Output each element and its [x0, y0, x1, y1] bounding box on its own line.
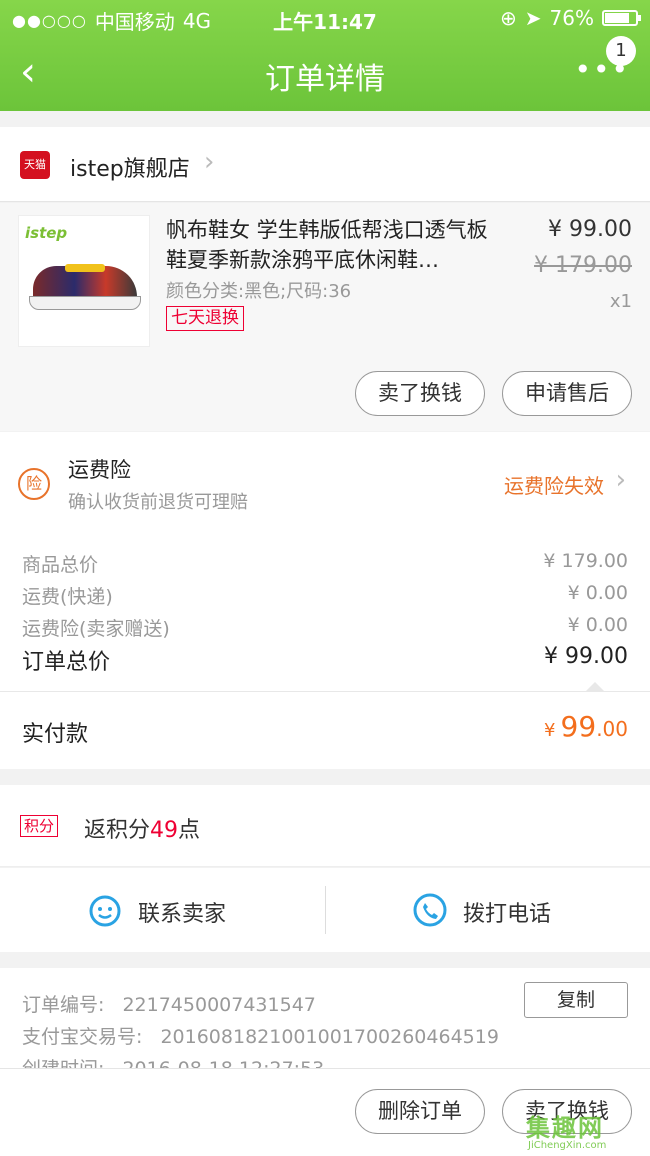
- alipay-number-line: 支付宝交易号: 2016081821001001700260464519: [22, 1022, 499, 1049]
- rotation-lock-icon: ⊕: [500, 6, 517, 30]
- paid-integer: 99: [560, 710, 597, 743]
- tmall-icon: 天猫: [20, 151, 50, 179]
- points-text: 返积分49点: [84, 812, 200, 844]
- watermark-text: 集趣网: [526, 1114, 604, 1142]
- copy-button[interactable]: 复制: [524, 982, 628, 1018]
- product-image[interactable]: istep: [18, 215, 150, 347]
- return-policy-tag: 七天退换: [166, 306, 244, 331]
- order-cost-block: 险 运费险 确认收货前退货可理赔 运费险失效 › 商品总价 ¥ 179.00 运…: [0, 432, 650, 691]
- cost-row: 商品总价 ¥ 179.00: [22, 550, 628, 580]
- order-total-row: 订单总价 ¥ 99.00: [22, 644, 628, 675]
- shop-row[interactable]: 天猫 istep旗舰店 ›: [0, 127, 650, 202]
- cost-label: 商品总价: [22, 554, 99, 576]
- battery-icon: [602, 10, 641, 26]
- location-icon: ➤: [524, 6, 542, 30]
- battery-label: 76%: [549, 6, 594, 30]
- cost-value: ¥ 0.00: [567, 582, 628, 604]
- product-quantity: x1: [609, 291, 632, 312]
- call-phone-button[interactable]: 拨打电话: [325, 868, 650, 952]
- phone-icon: [413, 893, 447, 927]
- alipay-number: 2016081821001001700260464519: [160, 1026, 499, 1048]
- paid-row: 实付款 ¥ 99.00: [0, 691, 650, 769]
- watermark-url: JiChengXin.com: [528, 1140, 607, 1151]
- chevron-right-icon: ›: [615, 465, 626, 495]
- contact-seller-button[interactable]: 联系卖家: [0, 868, 325, 952]
- cost-value: ¥ 179.00: [543, 550, 628, 572]
- cost-row: 运费险(卖家赠送) ¥ 0.00: [22, 614, 628, 644]
- product-card: istep 帆布鞋女 学生韩版低帮浅口透气板鞋夏季新款涂鸦平底休闲鞋… 颜色分类…: [0, 203, 650, 431]
- shoe-lace: [65, 264, 105, 272]
- order-total-label: 订单总价: [22, 650, 111, 675]
- alipay-number-label: 支付宝交易号:: [22, 1026, 143, 1048]
- order-number-line: 订单编号: 2217450007431547: [22, 990, 316, 1017]
- aftersale-button[interactable]: 申请售后: [502, 371, 632, 416]
- product-brand: istep: [25, 224, 68, 242]
- product-title[interactable]: 帆布鞋女 学生韩版低帮浅口透气板鞋夏季新款涂鸦平底休闲鞋…: [166, 215, 506, 275]
- cost-label: 运费险(卖家赠送): [22, 618, 170, 640]
- shop-name: istep旗舰店: [70, 157, 190, 182]
- message-badge: 1: [606, 36, 636, 66]
- delete-order-button[interactable]: 删除订单: [355, 1089, 485, 1134]
- points-row: 积分 返积分49点: [0, 785, 650, 867]
- status-right: ⊕ ➤ 76%: [500, 6, 641, 30]
- product-original-price: ¥ 179.00: [534, 253, 632, 278]
- nav-bar: ‹ 订单详情 ••• 1: [0, 36, 650, 111]
- cost-row: 运费(快递) ¥ 0.00: [22, 582, 628, 612]
- order-number-label: 订单编号:: [22, 994, 105, 1016]
- order-meta: 订单编号: 2217450007431547 支付宝交易号: 201608182…: [0, 968, 650, 1068]
- insurance-subtitle: 确认收货前退货可理赔: [68, 492, 248, 513]
- order-number: 2217450007431547: [122, 994, 316, 1016]
- points-suffix: 点: [178, 818, 201, 843]
- call-phone-label: 拨打电话: [463, 902, 552, 927]
- caret-pointer: [586, 682, 604, 691]
- contact-seller-label: 联系卖家: [138, 902, 227, 927]
- status-bar: ●●○○○ 中国移动 4G 上午11:47 ⊕ ➤ 76%: [0, 0, 650, 36]
- contact-row: 联系卖家 拨打电话: [0, 868, 650, 952]
- points-tag: 积分: [20, 815, 59, 837]
- paid-currency: ¥: [544, 720, 556, 741]
- points-number: 49: [150, 818, 179, 843]
- paid-decimal: .00: [596, 717, 628, 741]
- cost-value: ¥ 0.00: [567, 614, 628, 636]
- created-time-label: 创建时间:: [22, 1058, 104, 1068]
- points-prefix: 返积分: [84, 818, 151, 843]
- cost-label: 运费(快递): [22, 586, 113, 608]
- created-time-line: 创建时间: 2016-08-18 12:27:53: [22, 1054, 324, 1068]
- product-sku: 颜色分类:黑色;尺码:36: [166, 281, 352, 302]
- chat-icon: [89, 895, 121, 927]
- created-time: 2016-08-18 12:27:53: [122, 1058, 324, 1068]
- watermark-logo: 集趣网 JiChengXin.com: [526, 1108, 644, 1154]
- paid-label: 实付款: [22, 722, 89, 747]
- shoe-sole: [29, 296, 141, 310]
- insurance-status[interactable]: 运费险失效: [504, 470, 604, 499]
- page-title: 订单详情: [265, 62, 385, 97]
- sell-button[interactable]: 卖了换钱: [355, 371, 485, 416]
- app-header: ●●○○○ 中国移动 4G 上午11:47 ⊕ ➤ 76% ‹ 订单详情 •••…: [0, 0, 650, 111]
- insurance-title: 运费险: [68, 458, 131, 482]
- product-price: ¥ 99.00: [548, 217, 632, 242]
- paid-amount: ¥ 99.00: [544, 710, 628, 743]
- insurance-icon: 险: [18, 468, 50, 500]
- order-total-value: ¥ 99.00: [544, 644, 628, 669]
- chevron-right-icon: ›: [204, 147, 215, 177]
